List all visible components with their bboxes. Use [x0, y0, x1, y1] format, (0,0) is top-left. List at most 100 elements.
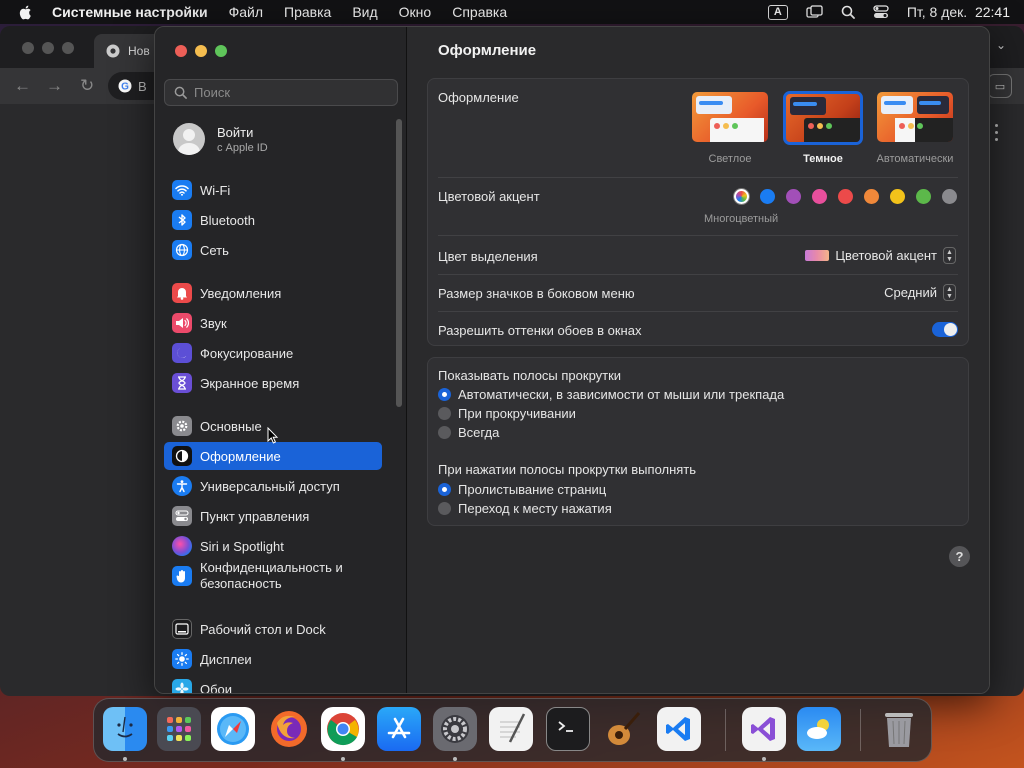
sidebar-item-sound[interactable]: Звук: [164, 309, 382, 337]
forward-arrow-icon[interactable]: →: [46, 76, 63, 96]
back-arrow-icon[interactable]: ←: [14, 76, 31, 96]
accent-blue-swatch[interactable]: [760, 189, 775, 204]
textedit-icon[interactable]: [489, 707, 533, 751]
apple-id-signin[interactable]: Войти с Apple ID: [173, 123, 268, 155]
garageband-icon[interactable]: [601, 707, 645, 751]
google-icon: G: [118, 79, 132, 93]
visual-studio-icon[interactable]: [742, 707, 786, 751]
app-store-icon[interactable]: [377, 707, 421, 751]
appearance-icon: [172, 446, 192, 466]
accent-red-swatch[interactable]: [838, 189, 853, 204]
weather-icon[interactable]: [797, 707, 841, 751]
chrome-favicon-icon: [106, 44, 120, 58]
click-option-jump-to-spot[interactable]: Переход к месту нажатия: [438, 501, 612, 516]
terminal-icon[interactable]: [546, 707, 590, 751]
sidebar-item-wallpaper[interactable]: Обои: [164, 675, 382, 693]
sidebar-item-appearance[interactable]: Оформление: [164, 442, 382, 470]
scroll-option-when-scrolling[interactable]: При прокручивании: [438, 406, 576, 421]
sidebar-item-notifications[interactable]: Уведомления: [164, 279, 382, 307]
sidebar-item-focus[interactable]: Фокусирование: [164, 339, 382, 367]
mouse-cursor-icon: [267, 427, 279, 444]
accent-graphite-swatch[interactable]: [942, 189, 957, 204]
apple-menu-icon[interactable]: [18, 4, 34, 20]
help-menu[interactable]: Справка: [452, 4, 507, 20]
sidebar-item-desktop-dock[interactable]: Рабочий стол и Dock: [164, 615, 382, 643]
sidebar-item-bluetooth[interactable]: Bluetooth: [164, 206, 382, 234]
sidebar-icon-size-label: Размер значков в боковом меню: [438, 286, 635, 301]
view-menu[interactable]: Вид: [352, 4, 377, 20]
sidebar-item-wifi[interactable]: Wi-Fi: [164, 176, 382, 204]
globe-icon: [172, 240, 192, 260]
accent-orange-swatch[interactable]: [864, 189, 879, 204]
radio-button[interactable]: [438, 407, 451, 420]
firefox-icon[interactable]: [267, 707, 311, 751]
accent-green-swatch[interactable]: [916, 189, 931, 204]
siri-icon: [172, 536, 192, 556]
clock[interactable]: Пт, 8 дек. 22:41: [907, 4, 1010, 20]
appearance-light-option[interactable]: [692, 92, 768, 142]
sidebar-item-label: Siri и Spotlight: [200, 538, 284, 554]
sidebar-item-network[interactable]: Сеть: [164, 236, 382, 264]
launchpad-icon[interactable]: [157, 707, 201, 751]
spotlight-search-icon[interactable]: [841, 5, 855, 19]
system-settings-icon[interactable]: [433, 707, 477, 751]
browser-profile-button[interactable]: ▭: [988, 74, 1012, 98]
speaker-icon: [172, 313, 192, 333]
appearance-auto-option[interactable]: [877, 92, 953, 142]
accent-purple-swatch[interactable]: [786, 189, 801, 204]
highlight-color-popup[interactable]: Цветовой акцент ▲ ▼: [805, 247, 956, 264]
wallpaper-tint-toggle[interactable]: [932, 322, 958, 337]
accent-yellow-swatch[interactable]: [890, 189, 905, 204]
accent-multicolor-swatch[interactable]: [734, 189, 749, 204]
window-menu[interactable]: Окно: [399, 4, 432, 20]
scroll-option-always[interactable]: Всегда: [438, 425, 499, 440]
minimize-button[interactable]: [195, 45, 207, 57]
reload-icon[interactable]: ↻: [80, 76, 94, 96]
sidebar-icon-size-popup[interactable]: Средний ▲ ▼: [884, 284, 956, 301]
click-scrollbar-title: При нажатии полосы прокрутки выполнять: [438, 462, 697, 477]
sidebar-item-screen-time[interactable]: Экранное время: [164, 369, 382, 397]
browser-zoom-button[interactable]: [62, 42, 74, 54]
trash-icon[interactable]: [877, 707, 921, 751]
sidebar-item-control-center[interactable]: Пункт управления: [164, 502, 382, 530]
search-field[interactable]: [164, 79, 398, 106]
sidebar-item-accessibility[interactable]: Универсальный доступ: [164, 472, 382, 500]
radio-label: Всегда: [458, 425, 500, 440]
sidebar-item-siri-spotlight[interactable]: Siri и Spotlight: [164, 532, 382, 560]
appearance-settings-card: Оформление Светлое Темное Автоматически …: [427, 78, 969, 346]
accent-pink-swatch[interactable]: [812, 189, 827, 204]
radio-button[interactable]: [438, 426, 451, 439]
browser-minimize-button[interactable]: [42, 42, 54, 54]
radio-label: Автоматически, в зависимости от мыши или…: [458, 387, 785, 402]
radio-label: Пролистывание страниц: [458, 482, 607, 497]
chrome-icon[interactable]: [321, 707, 365, 751]
radio-button[interactable]: [438, 483, 451, 496]
sidebar-item-label: Конфиденциальность и безопасность: [200, 560, 343, 591]
radio-button[interactable]: [438, 388, 451, 401]
appearance-dark-option[interactable]: [783, 91, 863, 145]
sidebar-item-privacy-security[interactable]: Конфиденциальность и безопасность: [164, 558, 382, 594]
app-menu[interactable]: Системные настройки: [52, 4, 208, 20]
control-center-icon[interactable]: [873, 5, 889, 19]
input-source-indicator[interactable]: A: [767, 4, 788, 20]
file-menu[interactable]: Файл: [229, 4, 263, 20]
radio-button[interactable]: [438, 502, 451, 515]
safari-icon[interactable]: [211, 707, 255, 751]
dock-separator: [725, 709, 726, 751]
screen-mirroring-icon[interactable]: [806, 5, 823, 19]
finder-icon[interactable]: [103, 707, 147, 751]
wifi-icon: [172, 180, 192, 200]
sidebar-item-displays[interactable]: Дисплеи: [164, 645, 382, 673]
help-button[interactable]: ?: [949, 546, 970, 567]
click-option-next-page[interactable]: Пролистывание страниц: [438, 482, 606, 497]
browser-close-button[interactable]: [22, 42, 34, 54]
zoom-button[interactable]: [215, 45, 227, 57]
scroll-option-automatic[interactable]: Автоматически, в зависимости от мыши или…: [438, 387, 784, 402]
edit-menu[interactable]: Правка: [284, 4, 331, 20]
sidebar-item-label: Оформление: [200, 448, 281, 464]
close-button[interactable]: [175, 45, 187, 57]
sidebar-scrollbar[interactable]: [396, 119, 402, 407]
tab-search-chevron-icon[interactable]: ⌄: [996, 38, 1006, 52]
vscode-icon[interactable]: [657, 707, 701, 751]
search-input[interactable]: [194, 85, 384, 100]
